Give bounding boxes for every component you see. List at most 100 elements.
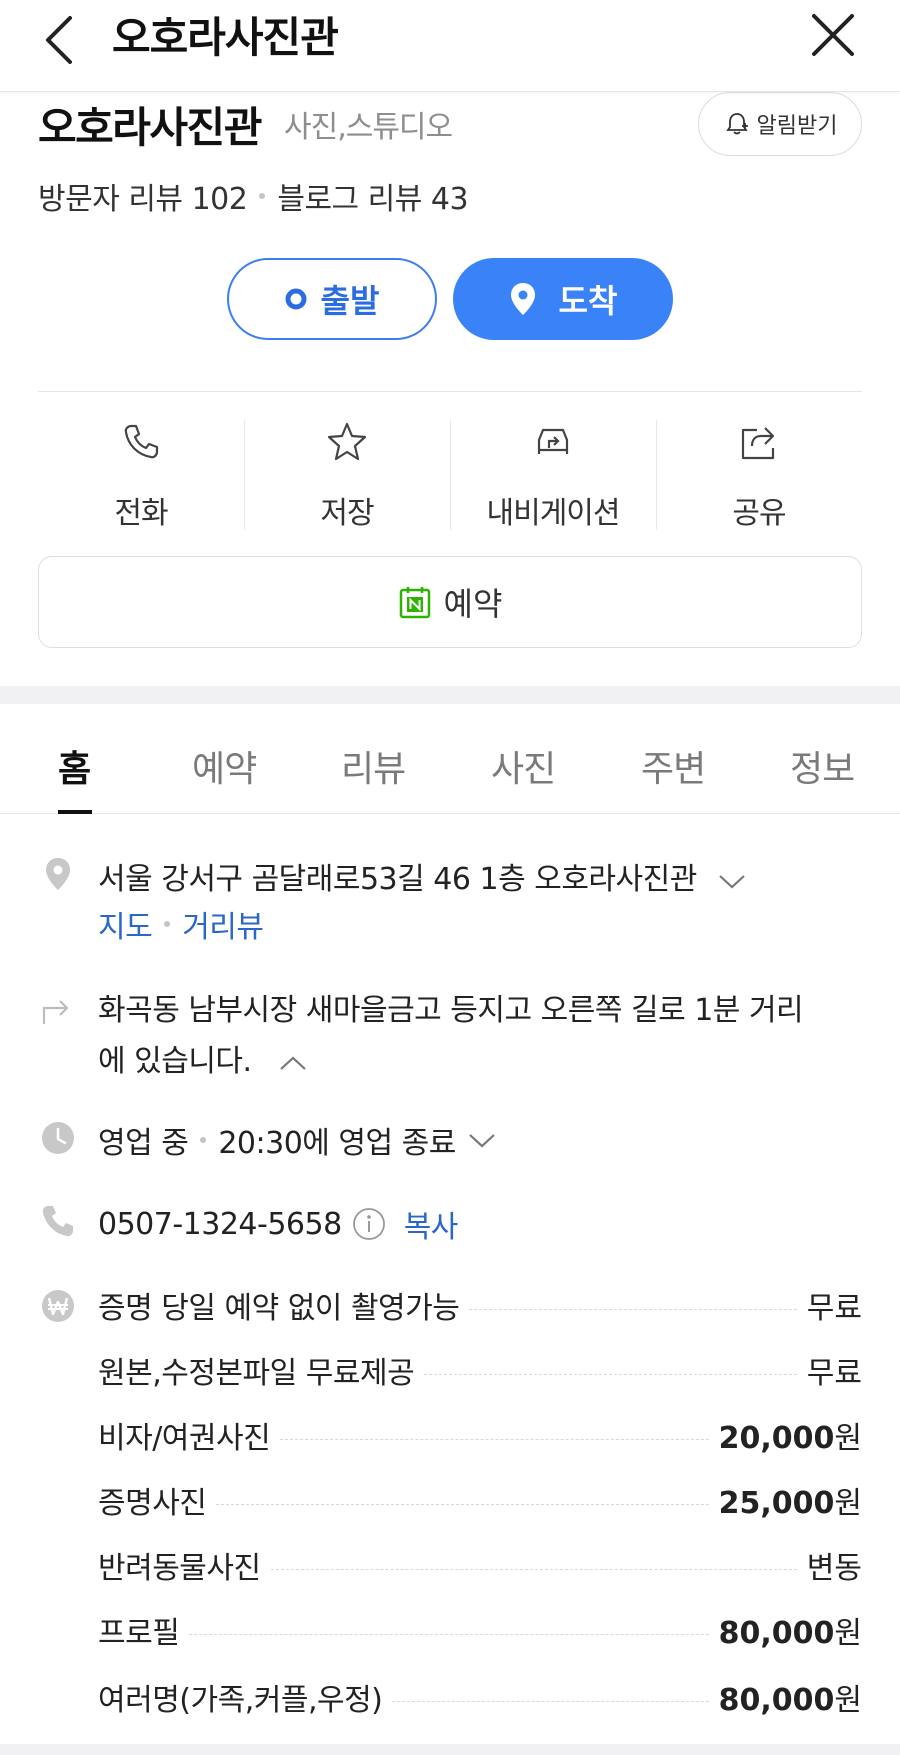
star-icon (327, 422, 367, 461)
tab-home[interactable]: 홈 (58, 740, 91, 792)
separator-dot (259, 193, 266, 199)
naver-calendar-icon (399, 587, 430, 619)
price-item-value: 80,000원 (719, 1608, 862, 1652)
copy-phone-link[interactable]: 복사 (404, 1202, 459, 1246)
action-separator (244, 420, 245, 530)
chevron-down-icon[interactable] (716, 871, 748, 891)
price-amount: 80,000 (718, 1616, 835, 1651)
origin-dot-icon (285, 288, 307, 310)
price-item: 원본,수정본파일 무료제공 무료 (98, 1350, 862, 1391)
hours-detail: 20:30에 영업 종료 (218, 1126, 456, 1161)
depart-button[interactable]: 출발 (227, 258, 437, 340)
price-unit: 원 (834, 1683, 862, 1718)
price-item-value: 25,000원 (719, 1478, 862, 1522)
reserve-button[interactable]: 예약 (38, 556, 862, 648)
price-item-name: 원본,수정본파일 무료제공 (98, 1356, 415, 1391)
save-label: 저장 (320, 496, 374, 531)
price-amount: 80,000 (718, 1683, 835, 1718)
price-item: 비자/여권사진 20,000원 (98, 1413, 862, 1457)
won-currency-icon (42, 1290, 74, 1322)
street-view-link[interactable]: 거리뷰 (182, 902, 264, 946)
info-circle-icon[interactable] (352, 1207, 386, 1241)
hours-status: 영업 중 (98, 1126, 189, 1161)
directions-line-1: 화곡동 남부시장 새마을금고 등지고 오른쪽 길로 1분 거리 (98, 993, 804, 1028)
bell-plus-icon (725, 113, 748, 135)
share-icon (741, 427, 775, 460)
price-item-name: 증명 당일 예약 없이 촬영가능 (98, 1291, 460, 1326)
phone-icon (42, 1206, 73, 1237)
dotted-leader (469, 1308, 797, 1310)
dotted-leader (280, 1438, 709, 1440)
section-separator (0, 686, 900, 704)
tab-photos[interactable]: 사진 (491, 740, 556, 792)
topbar-title: 오호라사진관 (112, 13, 339, 62)
directions-row-2: 에 있습니다. (98, 1036, 309, 1080)
price-item: 프로필 80,000원 (98, 1608, 862, 1652)
map-link[interactable]: 지도 (98, 902, 153, 946)
back-button[interactable] (40, 8, 90, 68)
price-item-value: 80,000원 (719, 1675, 862, 1719)
chevron-down-icon[interactable] (466, 1130, 498, 1150)
map-pin-icon (510, 283, 535, 315)
tab-reviews[interactable]: 리뷰 (341, 740, 406, 792)
address-links: 지도 거리뷰 (98, 902, 264, 946)
blog-reviews-link[interactable]: 블로그 리뷰 43 (277, 174, 468, 218)
dotted-leader (216, 1503, 709, 1505)
price-item: 여러명(가족,커플,우정) 80,000원 (98, 1675, 862, 1719)
visitor-reviews-link[interactable]: 방문자 리뷰 102 (38, 174, 248, 218)
directions-line-2: 에 있습니다. (98, 1044, 252, 1079)
call-button[interactable]: 전화 (38, 412, 244, 532)
separator-dot (164, 921, 171, 927)
price-item-value: 20,000원 (719, 1413, 862, 1457)
active-tab-indicator (58, 810, 92, 814)
price-item-value: 무료 (806, 1356, 862, 1391)
price-item-name: 증명사진 (98, 1486, 207, 1521)
depart-label: 출발 (320, 282, 380, 320)
navigation-button[interactable]: 내비게이션 (450, 412, 656, 532)
save-button[interactable]: 저장 (244, 412, 450, 532)
phone-number[interactable]: 0507-1324-5658 (98, 1207, 342, 1242)
close-button[interactable] (808, 10, 858, 60)
place-name: 오호라사진관 (38, 103, 262, 152)
price-item-name: 반려동물사진 (98, 1551, 261, 1586)
share-label: 공유 (732, 496, 786, 531)
location-pin-icon (46, 858, 70, 890)
reserve-label: 예약 (443, 585, 503, 623)
notify-button[interactable]: 알림받기 (698, 92, 862, 156)
price-item: 반려동물사진 변동 (98, 1545, 862, 1586)
phone-row: 0507-1324-5658 복사 (98, 1202, 458, 1246)
share-button[interactable]: 공유 (656, 412, 862, 532)
dotted-leader (424, 1373, 797, 1375)
notify-label: 알림받기 (756, 114, 838, 139)
review-counts: 방문자 리뷰 102 블로그 리뷰 43 (38, 174, 469, 218)
address-row[interactable]: 서울 강서구 곰달래로53길 46 1층 오호라사진관 (98, 854, 748, 898)
action-bar: 전화 저장 내비게이션 공유 (38, 412, 862, 532)
tab-info[interactable]: 정보 (790, 740, 855, 792)
price-item: 증명 당일 예약 없이 촬영가능 무료 (98, 1285, 862, 1326)
close-icon (812, 14, 854, 56)
price-item-value: 무료 (806, 1291, 862, 1326)
top-bar: 오호라사진관 (0, 0, 900, 92)
hours-row[interactable]: 영업 중 20:30에 영업 종료 (98, 1118, 498, 1162)
price-unit: 원 (834, 1486, 862, 1521)
price-amount: 20,000 (718, 1421, 835, 1456)
arrive-button[interactable]: 도착 (453, 258, 673, 340)
action-separator (450, 420, 451, 530)
price-item-name: 비자/여권사진 (98, 1421, 271, 1456)
navigation-label: 내비게이션 (486, 496, 621, 531)
price-item-name: 프로필 (98, 1616, 180, 1651)
tab-reservation[interactable]: 예약 (192, 740, 257, 792)
chevron-left-icon (46, 16, 72, 64)
turn-right-arrow-icon (42, 1000, 69, 1024)
section-separator (0, 1744, 900, 1755)
tab-bar: 홈 예약 리뷰 사진 주변 정보 (0, 704, 900, 814)
arrive-label: 도착 (558, 282, 618, 320)
price-item-value: 변동 (806, 1551, 862, 1586)
phone-icon (124, 424, 159, 459)
place-category: 사진,스튜디오 (284, 110, 453, 145)
action-separator (656, 420, 657, 530)
address-text: 서울 강서구 곰달래로53길 46 1층 오호라사진관 (98, 862, 697, 897)
chevron-up-icon[interactable] (277, 1053, 309, 1073)
tab-nearby[interactable]: 주변 (641, 740, 706, 792)
price-unit: 원 (834, 1421, 862, 1456)
